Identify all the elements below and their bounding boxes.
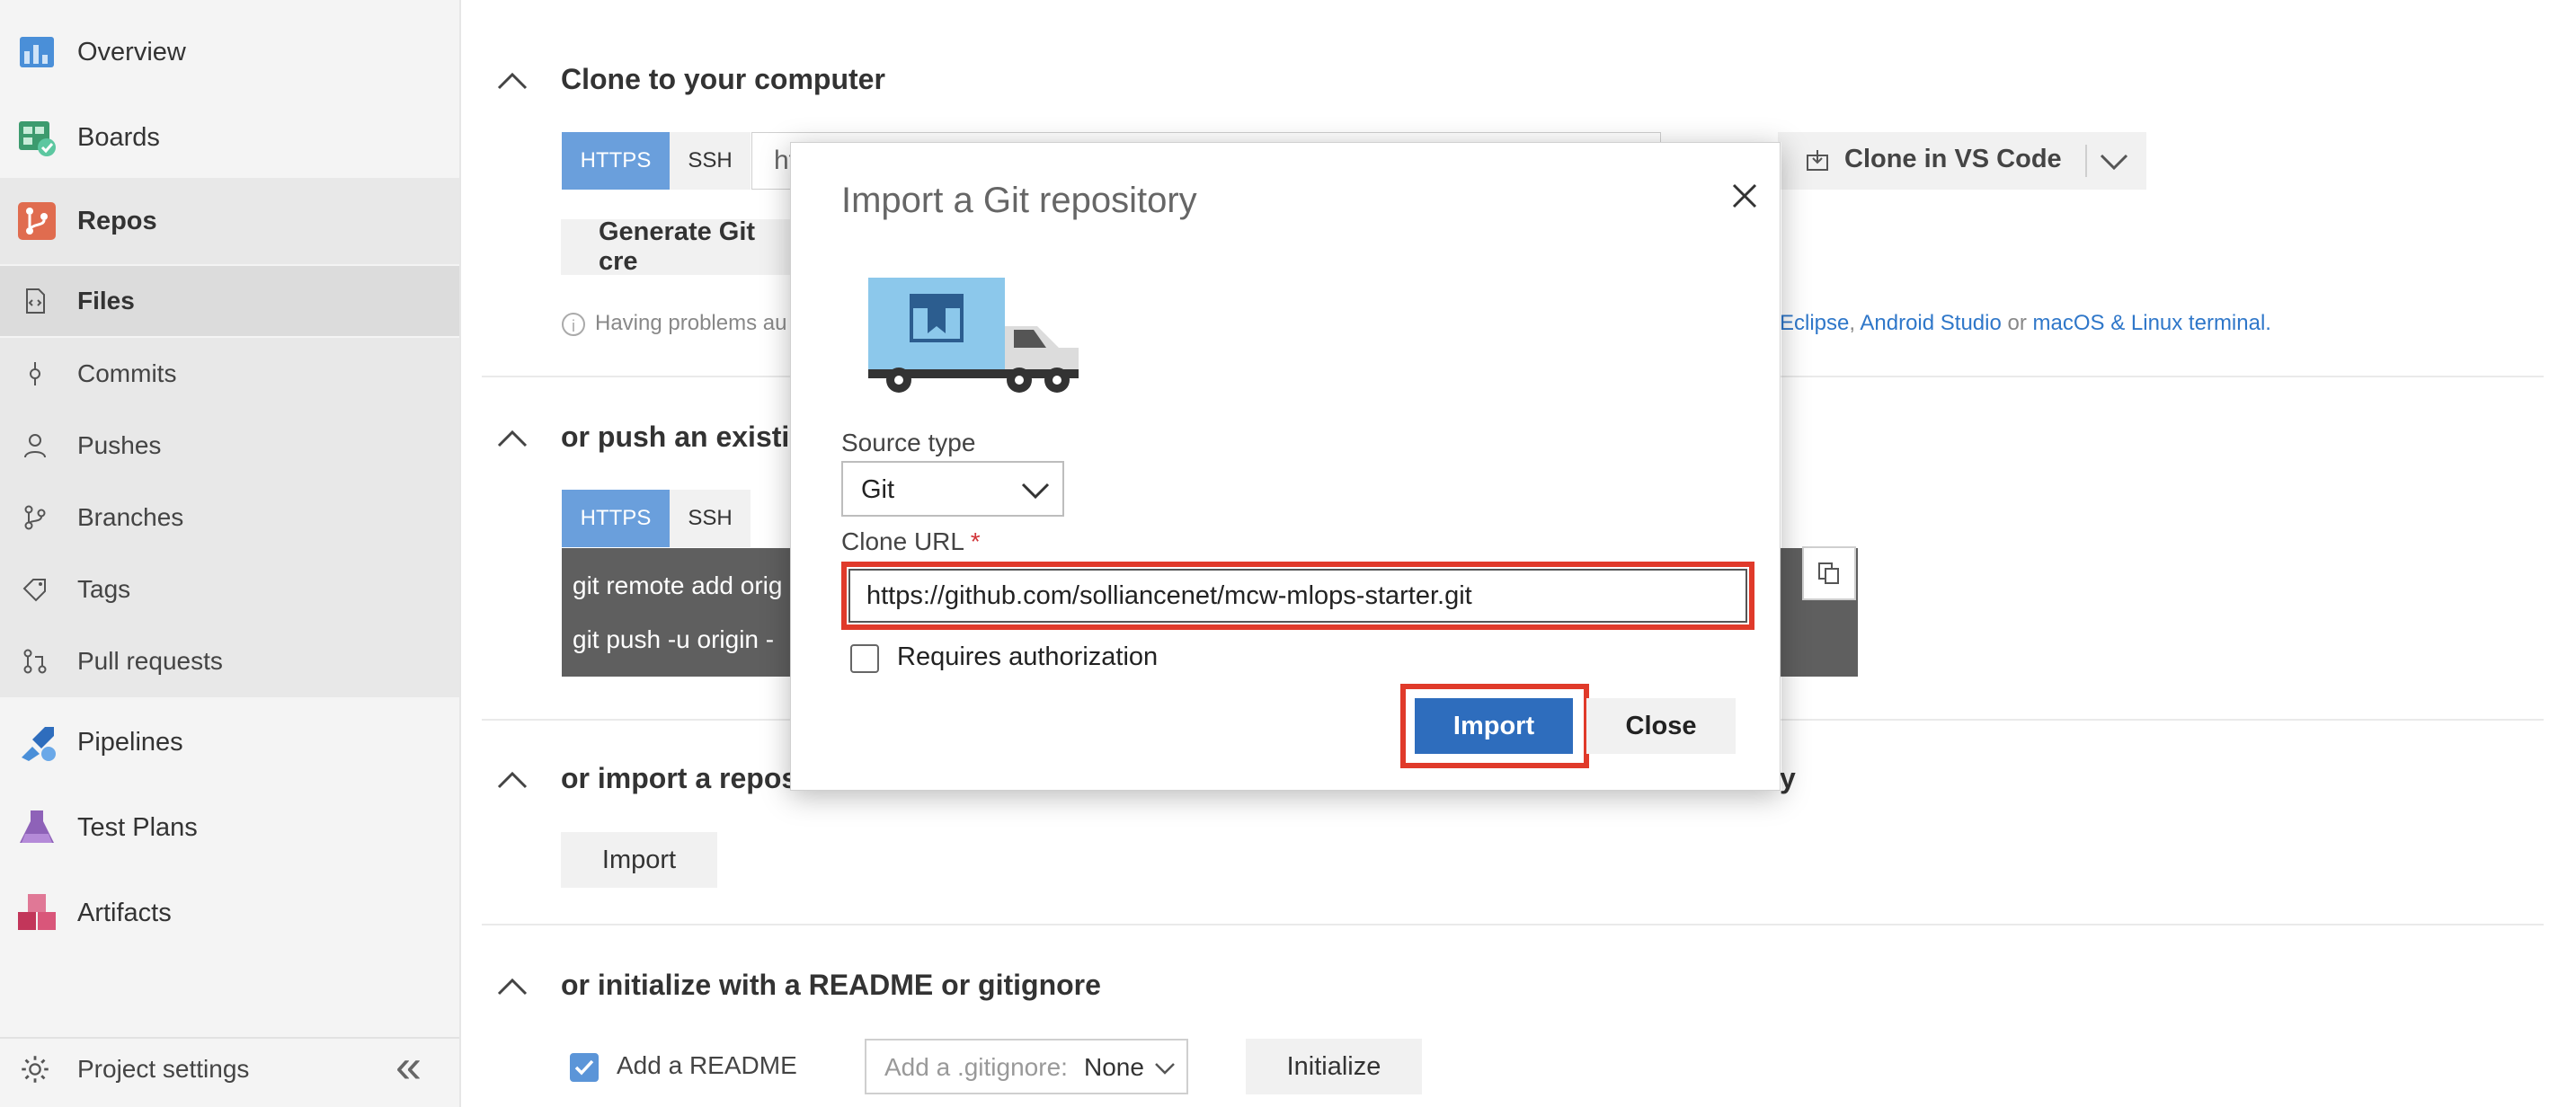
sidebar-item-label: Artifacts	[77, 898, 172, 927]
required-asterisk: *	[970, 527, 981, 555]
pipelines-icon	[22, 727, 56, 761]
clone-ssh-toggle[interactable]: SSH	[670, 132, 751, 190]
chevron-down-icon	[1021, 483, 1050, 499]
sidebar-item-branches[interactable]: Branches	[0, 482, 459, 554]
sidebar-item-pipelines[interactable]: Pipelines	[0, 715, 459, 769]
chevron-up-icon[interactable]	[497, 978, 528, 996]
sidebar-item-label: Test Plans	[77, 812, 198, 842]
clone-url-label: Clone URL *	[841, 527, 981, 555]
sidebar-item-test-plans[interactable]: Test Plans	[0, 801, 459, 855]
clone-url-value: https://github.com/solliancenet/mcw-mlop…	[866, 581, 1472, 610]
requires-auth-checkbox[interactable]	[850, 644, 879, 673]
clone-vscode-button[interactable]: Clone in VS Code	[1778, 132, 2146, 190]
gitignore-dropdown[interactable]: Add a .gitignore: None	[865, 1039, 1188, 1094]
chevron-down-icon	[1155, 1063, 1175, 1075]
project-settings-label: Project settings	[77, 1055, 250, 1083]
clone-help-links: Eclipse, Android Studio or macOS & Linux…	[1780, 311, 2271, 335]
push-code-line-2: git push -u origin -	[573, 625, 775, 653]
chevron-up-icon[interactable]	[497, 771, 528, 789]
add-readme-checkbox[interactable]	[570, 1053, 599, 1082]
import-section-title: or import a reposi	[561, 762, 806, 794]
section-divider	[482, 924, 2544, 925]
clone-url-input[interactable]: https://github.com/solliancenet/mcw-mlop…	[848, 569, 1747, 623]
sidebar-item-repos[interactable]: Repos	[0, 178, 459, 264]
import-button[interactable]: Import	[1415, 698, 1573, 754]
clone-section-title: Clone to your computer	[561, 63, 885, 95]
pushes-icon	[24, 434, 46, 458]
sidebar-item-files[interactable]: Files	[0, 266, 459, 336]
sidebar-item-pushes[interactable]: Pushes	[0, 410, 459, 482]
sidebar-item-boards[interactable]: Boards	[0, 112, 459, 163]
import-repo-dialog: Import a Git repository Source type Git …	[790, 142, 1781, 791]
project-settings-link[interactable]: Project settings	[0, 1042, 459, 1096]
sidebar-item-label: Pull requests	[77, 647, 223, 675]
checkmark-icon	[574, 1059, 594, 1076]
help-link-eclipse[interactable]: Eclipse	[1780, 311, 1849, 335]
push-https-toggle[interactable]: HTTPS	[562, 490, 670, 547]
info-icon: i	[562, 313, 585, 336]
sidebar-item-commits[interactable]: Commits	[0, 338, 459, 410]
dialog-title: Import a Git repository	[841, 181, 1197, 220]
clone-vscode-label: Clone in VS Code	[1844, 145, 2062, 173]
tags-icon	[22, 579, 46, 602]
generate-credentials-button[interactable]: Generate Git cre	[561, 217, 795, 276]
close-button[interactable]: Close	[1586, 698, 1736, 754]
sidebar-item-tags[interactable]: Tags	[0, 554, 459, 625]
init-section-title: or initialize with a README or gitignore	[561, 969, 1101, 1001]
overview-icon	[20, 37, 54, 67]
close-icon[interactable]	[1731, 182, 1758, 209]
chevron-up-icon[interactable]	[497, 430, 528, 447]
push-section-title: or push an existin	[561, 421, 807, 453]
sidebar-item-label: Pushes	[77, 431, 162, 459]
copy-button[interactable]	[1802, 546, 1856, 600]
requires-auth-label: Requires authorization	[897, 642, 1159, 671]
initialize-button[interactable]: Initialize	[1246, 1039, 1422, 1094]
sidebar-item-label: Branches	[77, 503, 184, 531]
import-button-secondary[interactable]: Import	[561, 832, 717, 888]
sidebar-item-artifacts[interactable]: Artifacts	[0, 886, 459, 940]
sidebar-item-label: Commits	[77, 359, 177, 387]
sidebar-item-label: Tags	[77, 575, 131, 603]
commits-icon	[30, 362, 40, 385]
push-ssh-toggle[interactable]: SSH	[670, 490, 751, 547]
import-section-title-tail: y	[1780, 762, 1796, 794]
test-plans-icon	[20, 810, 54, 843]
chevron-down-icon[interactable]	[2100, 154, 2128, 170]
files-icon	[26, 288, 45, 314]
copy-icon	[1818, 562, 1839, 584]
sidebar: Overview Boards Repos Files Commits Push…	[0, 0, 461, 1107]
repos-icon	[18, 202, 56, 240]
clone-help-text: Having problems au	[595, 311, 787, 335]
sidebar-item-pull-requests[interactable]: Pull requests	[0, 625, 459, 697]
chevron-up-icon[interactable]	[497, 72, 528, 90]
sidebar-item-label: Overview	[77, 37, 186, 66]
gitignore-value: None	[1084, 1053, 1144, 1081]
source-type-value: Git	[861, 475, 895, 504]
source-type-dropdown[interactable]: Git	[841, 461, 1064, 517]
collapse-sidebar-icon[interactable]: «	[395, 1043, 422, 1090]
branches-icon	[24, 505, 46, 530]
truck-illustration	[868, 278, 1079, 393]
sidebar-item-label: Files	[77, 287, 135, 314]
push-code-line-1: git remote add orig	[573, 571, 783, 599]
clone-icon	[1807, 150, 1828, 171]
pull-requests-icon	[23, 649, 47, 674]
artifacts-icon	[18, 894, 56, 930]
source-type-label: Source type	[841, 429, 976, 456]
sidebar-item-label: Repos	[77, 206, 157, 235]
gitignore-prefix: Add a .gitignore:	[884, 1053, 1068, 1081]
help-link-android-studio[interactable]: Android Studio	[1860, 311, 2001, 335]
sidebar-item-label: Pipelines	[77, 727, 183, 757]
help-link-terminal[interactable]: macOS & Linux terminal.	[2033, 311, 2271, 335]
add-readme-label: Add a README	[617, 1051, 797, 1079]
sidebar-item-overview[interactable]: Overview	[0, 27, 459, 77]
gear-icon	[22, 1056, 49, 1083]
sidebar-item-label: Boards	[77, 122, 160, 152]
boards-icon	[19, 121, 56, 156]
clone-https-toggle[interactable]: HTTPS	[562, 132, 670, 190]
